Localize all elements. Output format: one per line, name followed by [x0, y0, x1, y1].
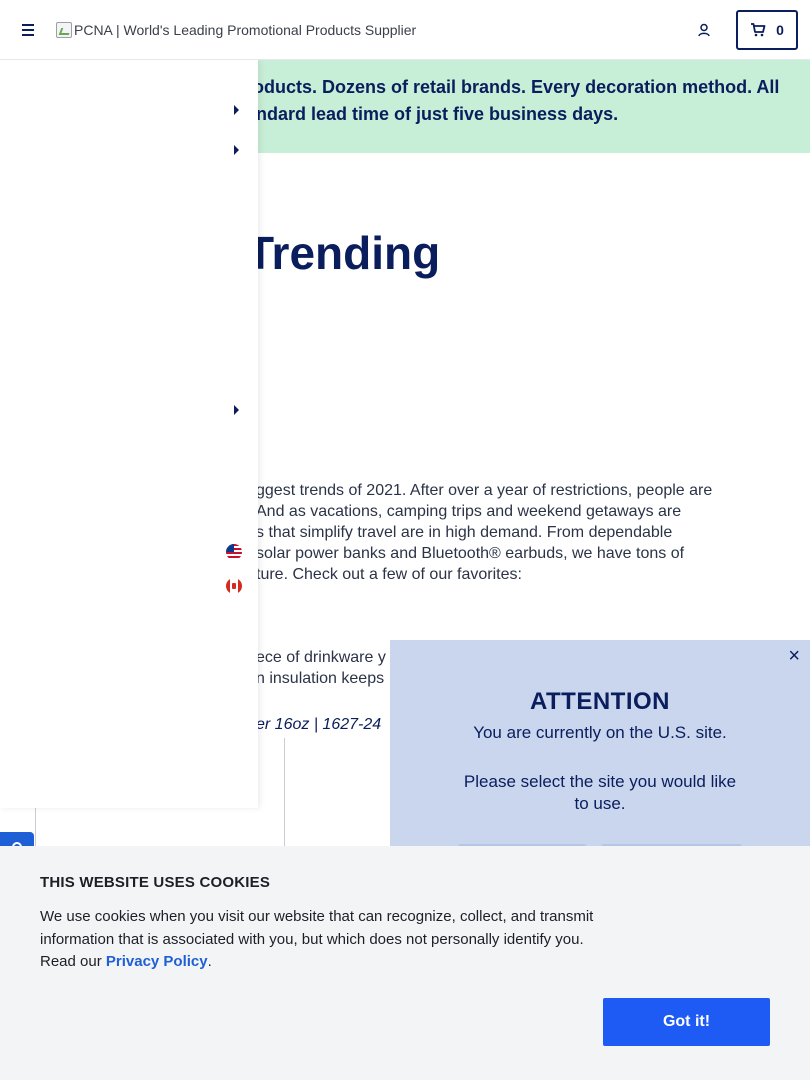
- banner-text: roducts. Dozens of retail brands. Every …: [246, 77, 780, 124]
- site-selector-modal: × ATTENTION You are currently on the U.S…: [390, 640, 810, 860]
- cookie-banner: THIS WEBSITE USES COOKIES We use cookies…: [0, 846, 810, 1080]
- product-link[interactable]: er 16oz | 1627-24: [256, 716, 381, 734]
- user-icon[interactable]: [697, 22, 713, 38]
- attention-title: ATTENTION: [529, 688, 671, 715]
- site-logo[interactable]: PCNA | World's Leading Promotional Produ…: [56, 22, 416, 38]
- privacy-policy-link[interactable]: Privacy Policy: [106, 953, 208, 970]
- caret-right-icon[interactable]: [234, 105, 239, 115]
- attention-message: You are currently on the U.S. site.: [473, 723, 727, 742]
- canada-flag-icon[interactable]: [226, 578, 242, 594]
- article-paragraph: ggest trends of 2021. After over a year …: [256, 482, 713, 583]
- cart-icon: [751, 23, 766, 37]
- side-nav-drawer: [0, 60, 258, 808]
- hamburger-icon[interactable]: [18, 20, 38, 40]
- page-title: Trending: [246, 227, 441, 279]
- cookie-text-end: .: [207, 953, 212, 970]
- logo-alt-text: PCNA | World's Leading Promotional Produ…: [74, 22, 417, 38]
- got-it-button[interactable]: Got it!: [603, 998, 770, 1046]
- cart-count: 0: [776, 22, 784, 38]
- cookie-title: THIS WEBSITE USES COOKIES: [40, 874, 271, 891]
- attention-question: Please select the site you would like to…: [463, 772, 737, 813]
- caret-right-icon[interactable]: [234, 405, 239, 415]
- site-header: PCNA | World's Leading Promotional Produ…: [0, 0, 810, 60]
- caret-right-icon[interactable]: [234, 145, 239, 155]
- broken-image-icon: [56, 22, 72, 38]
- cookie-text: We use cookies when you visit our websit…: [40, 906, 600, 974]
- close-icon[interactable]: ×: [788, 646, 800, 666]
- cart-button[interactable]: 0: [736, 10, 798, 50]
- us-flag-icon[interactable]: [226, 544, 242, 560]
